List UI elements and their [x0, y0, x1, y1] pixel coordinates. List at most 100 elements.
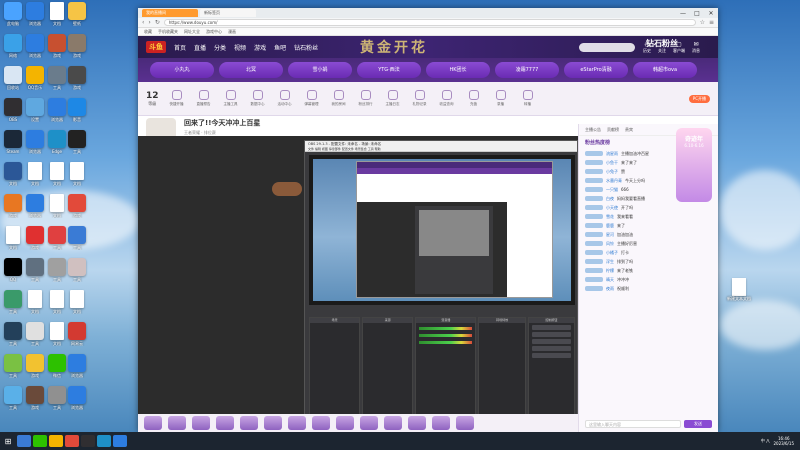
gift-icon[interactable] [360, 416, 378, 430]
control-button[interactable] [531, 332, 571, 337]
desktop-icon[interactable]: 网易云 [66, 322, 88, 346]
send-button[interactable]: 发送 [684, 420, 712, 428]
desktop-icon[interactable]: 壁纸 [66, 2, 88, 26]
taskbar-app-icon[interactable] [49, 435, 63, 447]
desktop-icon[interactable]: 文档 [66, 290, 88, 314]
gift-icon[interactable] [168, 416, 186, 430]
video-player[interactable]: OBS 29.1.3 - 配置文件: 未命名 - 场景: 未命名 文件 编辑 视… [138, 136, 579, 428]
star-icon[interactable]: ☆ [700, 19, 705, 26]
action-item[interactable]: 转播 [519, 90, 537, 107]
desktop-icon[interactable]: 工具 [46, 66, 68, 90]
chat-username[interactable]: 小兔子 [606, 169, 618, 175]
streamer-pill[interactable]: 韩超市ova [633, 62, 697, 78]
bookmark-item[interactable]: 网址大全 [184, 29, 200, 35]
chat-username[interactable]: 小鱼干 [606, 160, 618, 166]
nav-item[interactable]: 游戏 [254, 43, 266, 52]
obs-menu[interactable]: 文件 编辑 视图 停靠部件 配置文件 场景集合 工具 帮助 [305, 147, 577, 152]
desktop-icon[interactable]: 工具 [24, 258, 46, 282]
taskbar-app-icon[interactable] [97, 435, 111, 447]
desktop-icon[interactable]: OBS [2, 98, 24, 122]
desktop-icon[interactable]: 文档 [46, 322, 68, 346]
desktop-icon[interactable]: 文档 [66, 162, 88, 186]
tray-indicators[interactable]: 中 ⋀ [761, 438, 770, 444]
chat-username[interactable]: 流星雨 [606, 151, 618, 157]
gift-icon[interactable] [240, 416, 258, 430]
desktop-icon[interactable]: 工具 [2, 322, 24, 346]
desktop-icon[interactable]: 文档 [46, 2, 68, 26]
taskbar-app-icon[interactable] [81, 435, 95, 447]
taskbar-app-icon[interactable] [33, 435, 47, 447]
chat-username[interactable]: 小天使 [606, 205, 618, 211]
site-logo[interactable]: 斗鱼 [146, 41, 166, 53]
gift-icon[interactable] [192, 416, 210, 430]
desktop-icon[interactable]: 浏览器 [66, 386, 88, 410]
desktop-icon[interactable]: Edge [46, 130, 68, 154]
chat-tab[interactable]: 贵宾 [625, 127, 633, 133]
streamer-pill[interactable]: 小丸丸 [150, 62, 214, 78]
action-item[interactable]: 直播预告 [195, 90, 213, 107]
desktop-icon[interactable]: 工具 [46, 226, 68, 250]
gift-icon[interactable] [288, 416, 306, 430]
back-icon[interactable]: ‹ [142, 19, 144, 26]
nav-item[interactable]: 视频 [234, 43, 246, 52]
menu-icon[interactable]: ≡ [709, 19, 714, 26]
clock[interactable]: 16:46 2023/6/15 [773, 436, 794, 446]
control-button[interactable] [531, 325, 571, 330]
gift-icon[interactable] [144, 416, 162, 430]
desktop-icon[interactable]: 游戏 [24, 226, 46, 250]
desktop-icon[interactable]: 游戏 [24, 354, 46, 378]
nav-item[interactable]: 直播 [194, 43, 206, 52]
obs-preview[interactable] [309, 155, 575, 305]
desktop-icon[interactable]: 网络 [2, 34, 24, 58]
desktop-icon[interactable]: 工具 [2, 290, 24, 314]
chat-username[interactable]: 浮生 [606, 259, 614, 265]
desktop-icon[interactable]: 文档 [24, 290, 46, 314]
promo-banner[interactable]: 奇迹年 6.10-6.16 [676, 128, 712, 202]
desktop-icon[interactable]: 浏览器 [66, 354, 88, 378]
action-item[interactable]: 充值 [465, 90, 483, 107]
desktop-icon[interactable]: 回收站 [2, 66, 24, 90]
action-item[interactable]: 主播工具 [222, 90, 240, 107]
desktop-icon[interactable]: 游戏 [46, 34, 68, 58]
taskbar-app-icon[interactable] [113, 435, 127, 447]
action-item[interactable]: 粉丝排行 [357, 90, 375, 107]
gift-icon[interactable] [216, 416, 234, 430]
gift-icon[interactable] [456, 416, 474, 430]
maximize-button[interactable]: □ [690, 10, 704, 17]
action-item[interactable]: 活动中心 [276, 90, 294, 107]
chat-input[interactable]: 这里输入聊天内容 [585, 420, 681, 428]
desktop-icon[interactable]: 文档 [2, 162, 24, 186]
desktop-icon[interactable]: 工具 [46, 258, 68, 282]
desktop-icon[interactable]: 文档 [46, 290, 68, 314]
desktop-icon[interactable]: 文档 [2, 226, 24, 250]
desktop-icon[interactable]: 此电脑 [2, 2, 24, 26]
desktop-icon[interactable]: QQ音乐 [24, 66, 46, 90]
desktop-icon[interactable]: 工具 [66, 258, 88, 282]
chat-username[interactable]: 水墨丹青 [606, 178, 622, 184]
desktop-icon[interactable]: 浏览器 [24, 194, 46, 218]
tab-douyu[interactable]: 我的直播间 [142, 9, 198, 17]
action-item[interactable]: 录播 [492, 90, 510, 107]
desktop-icon[interactable]: 文档 [46, 194, 68, 218]
nav-item[interactable]: 分类 [214, 43, 226, 52]
desktop-icon[interactable]: 浏览器 [24, 2, 46, 26]
desktop-icon[interactable]: 设置 [24, 98, 46, 122]
pc-broadcast-badge[interactable]: PC开播 [688, 94, 710, 103]
gift-icon[interactable] [432, 416, 450, 430]
refresh-icon[interactable]: ↻ [155, 19, 160, 26]
nav-item[interactable]: 鱼吧 [274, 43, 286, 52]
streamer-pill[interactable]: HK团长 [426, 62, 490, 78]
gift-icon[interactable] [384, 416, 402, 430]
taskbar-app-icon[interactable] [65, 435, 79, 447]
taskbar-app-icon[interactable] [17, 435, 31, 447]
gift-icon[interactable] [408, 416, 426, 430]
header-icon-button[interactable]: ✉ 消息 [692, 41, 700, 54]
streamer-pill[interactable]: 凌霜7777 [495, 62, 559, 78]
desktop-icon[interactable]: 游戏 [66, 34, 88, 58]
chat-username[interactable]: 雪花 [606, 214, 614, 220]
desktop-icon[interactable]: 游戏 [66, 66, 88, 90]
forward-icon[interactable]: › [148, 19, 150, 26]
desktop-icon[interactable]: 微信 [46, 354, 68, 378]
streamer-pill[interactable]: 雪小娟 [288, 62, 352, 78]
desktop-icon[interactable]: 影音 [66, 98, 88, 122]
